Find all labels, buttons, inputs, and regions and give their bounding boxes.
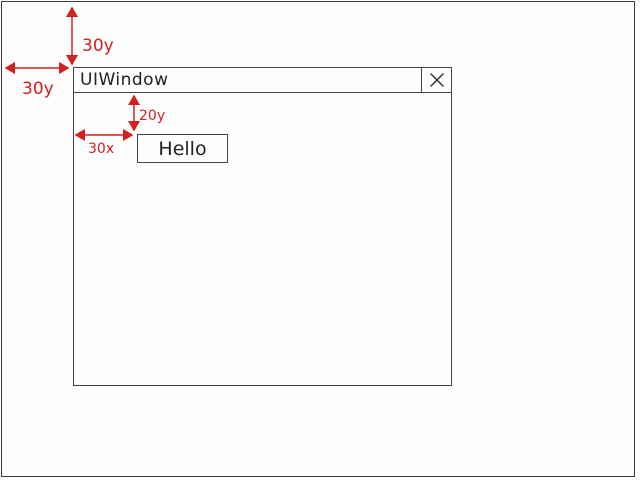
screen-frame: UIWindow Hello xyxy=(1,1,635,477)
window-title-bar[interactable]: UIWindow xyxy=(74,68,451,93)
close-button[interactable] xyxy=(421,68,451,92)
window-title: UIWindow xyxy=(80,70,169,90)
ui-window: UIWindow Hello xyxy=(73,67,452,386)
hello-button[interactable]: Hello xyxy=(137,134,228,163)
close-icon xyxy=(430,73,444,87)
